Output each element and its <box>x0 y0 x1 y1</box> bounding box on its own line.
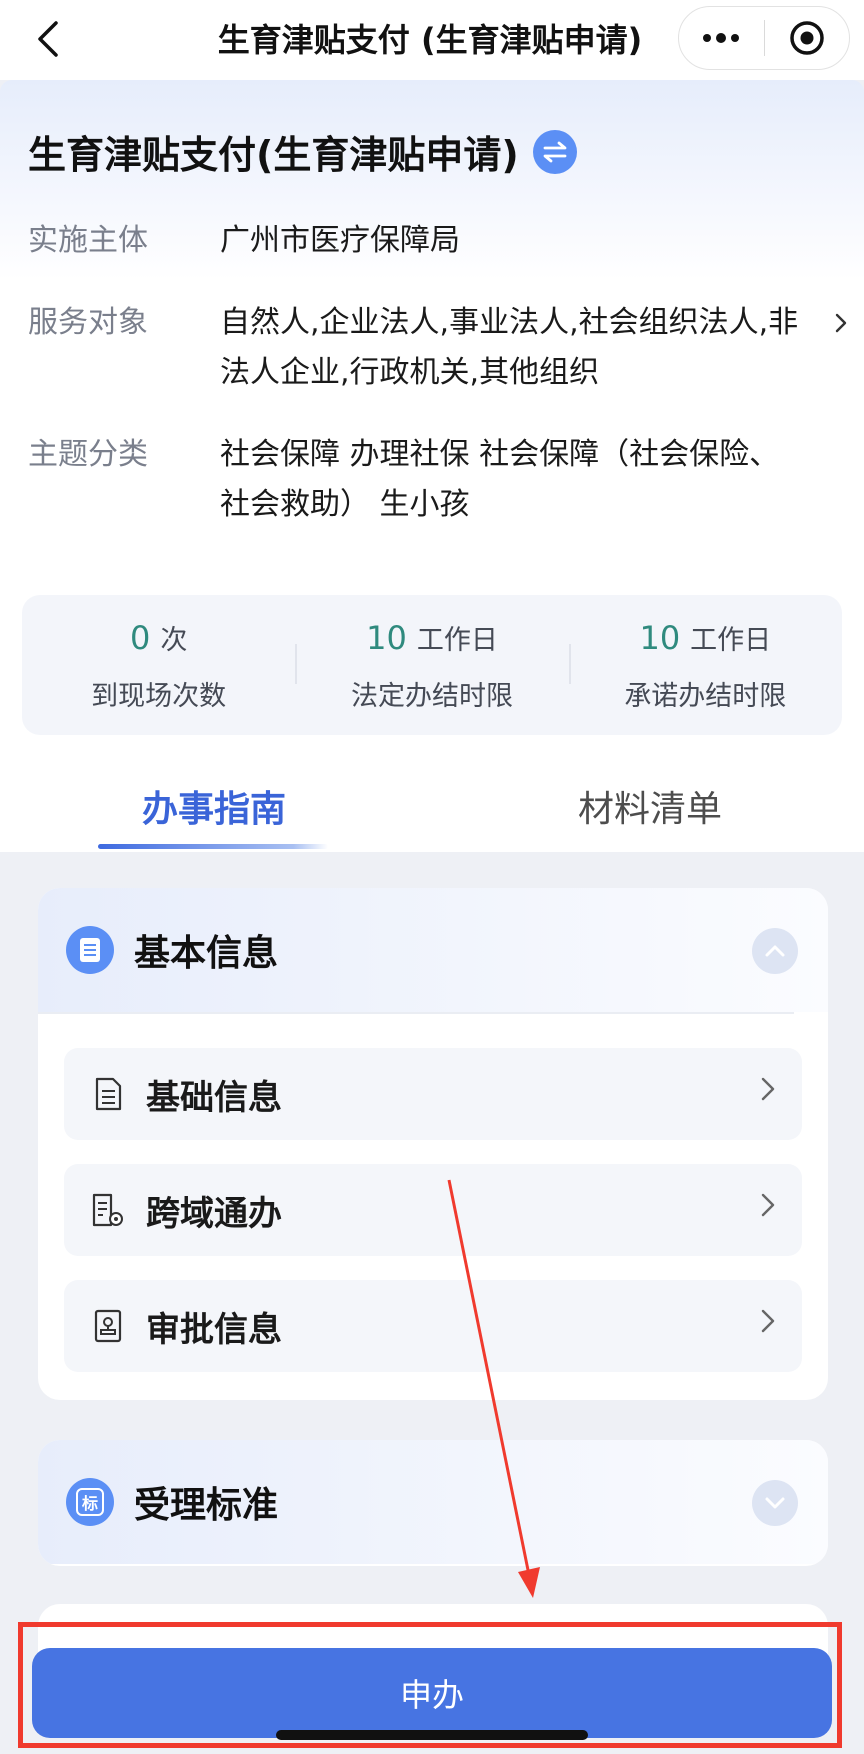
chevron-up-icon <box>765 945 785 957</box>
stat-number: 10 <box>366 618 407 657</box>
collapse-button[interactable] <box>752 928 798 974</box>
list-item-label: 审批信息 <box>146 1309 282 1350</box>
chevron-right-icon <box>760 1075 776 1107</box>
switch-icon[interactable] <box>532 129 577 174</box>
chevron-left-icon <box>38 21 58 57</box>
info-row-theme: 主题分类 社会保障 办理社保 社会保障（社会保险、社会救助） 生小孩 <box>28 430 848 530</box>
service-title: 生育津贴支付(生育津贴申请) <box>28 124 577 179</box>
tag-icon: 标 <box>66 1478 114 1526</box>
more-button[interactable] <box>679 6 764 70</box>
info-value: 自然人,企业法人,事业法人,社会组织法人,非法人企业,行政机关,其他组织 <box>220 305 799 390</box>
stamp-icon <box>88 1306 128 1346</box>
section-icon-text: 标 <box>76 1488 104 1516</box>
stat-promised-time-limit: 10 工作日 承诺办结时限 <box>568 618 842 713</box>
chevron-down-icon <box>765 1497 785 1509</box>
stat-label: 到现场次数 <box>91 680 227 712</box>
close-mini-program-button[interactable] <box>765 6 850 70</box>
section-acceptance-standard: 标 受理标准 <box>38 1440 828 1566</box>
service-title-text: 生育津贴支付(生育津贴申请) <box>28 133 519 177</box>
section-title: 基本信息 <box>134 933 279 974</box>
section-header[interactable]: 基本信息 <box>38 888 828 1012</box>
stats-box: 0 次 到现场次数 10 工作日 法定办结时限 10 工作日 承诺办结时限 <box>22 595 842 735</box>
list-item-basic-info[interactable]: 基础信息 <box>64 1048 802 1140</box>
home-indicator <box>276 1730 588 1740</box>
document-location-icon <box>88 1190 128 1230</box>
mini-program-capsule <box>678 6 850 70</box>
expand-button[interactable] <box>752 1480 798 1526</box>
stat-unit: 工作日 <box>416 624 498 656</box>
more-dots-icon <box>703 33 740 43</box>
chevron-right-icon <box>760 1191 776 1223</box>
document-list-icon <box>66 926 114 974</box>
section-basic-info: 基本信息 基础信息 跨域通办 审批信息 <box>38 888 828 1400</box>
tab-guide[interactable]: 办事指南 <box>96 760 332 852</box>
stat-number: 0 <box>129 618 151 657</box>
stat-legal-time-limit: 10 工作日 法定办结时限 <box>295 618 568 713</box>
info-label: 实施主体 <box>28 223 148 258</box>
info-row-service-target[interactable]: 服务对象 自然人,企业法人,事业法人,社会组织法人,非法人企业,行政机关,其他组… <box>28 298 848 398</box>
section-title: 受理标准 <box>134 1485 279 1526</box>
tab-bar: 办事指南 材料清单 <box>0 760 864 852</box>
document-icon <box>88 1074 128 1114</box>
stat-number: 10 <box>639 618 681 657</box>
apply-button[interactable]: 申办 <box>32 1648 832 1738</box>
section-header[interactable]: 标 受理标准 <box>38 1440 828 1564</box>
list-item-approval-info[interactable]: 审批信息 <box>64 1280 802 1372</box>
navbar: 生育津贴支付 (生育津贴申请) <box>0 0 864 80</box>
stat-unit: 次 <box>160 624 188 656</box>
tab-materials[interactable]: 材料清单 <box>532 760 768 852</box>
info-label: 服务对象 <box>28 305 148 340</box>
info-value: 广州市医疗保障局 <box>220 223 460 258</box>
list-item-cross-region[interactable]: 跨域通办 <box>64 1164 802 1256</box>
list-item-label: 跨域通办 <box>146 1193 282 1234</box>
stat-label: 承诺办结时限 <box>624 680 787 712</box>
chevron-right-icon <box>760 1307 776 1339</box>
nav-title: 生育津贴支付 (生育津贴申请) <box>217 21 643 59</box>
info-row-implementer: 实施主体 广州市医疗保障局 <box>28 216 848 266</box>
info-label: 主题分类 <box>28 437 148 472</box>
stat-visit-count: 0 次 到现场次数 <box>22 618 295 713</box>
back-button[interactable] <box>22 14 72 64</box>
target-icon <box>790 21 824 55</box>
chevron-right-icon <box>834 298 848 348</box>
service-header-card: 生育津贴支付(生育津贴申请) 实施主体 广州市医疗保障局 服务对象 自然人,企业… <box>0 80 864 760</box>
info-value: 社会保障 办理社保 社会保障（社会保险、社会救助） 生小孩 <box>220 437 780 522</box>
list-item-label: 基础信息 <box>146 1077 282 1118</box>
stat-label: 法定办结时限 <box>350 680 513 712</box>
active-tab-indicator <box>98 844 328 849</box>
divider <box>38 1012 794 1014</box>
stat-unit: 工作日 <box>690 624 772 656</box>
